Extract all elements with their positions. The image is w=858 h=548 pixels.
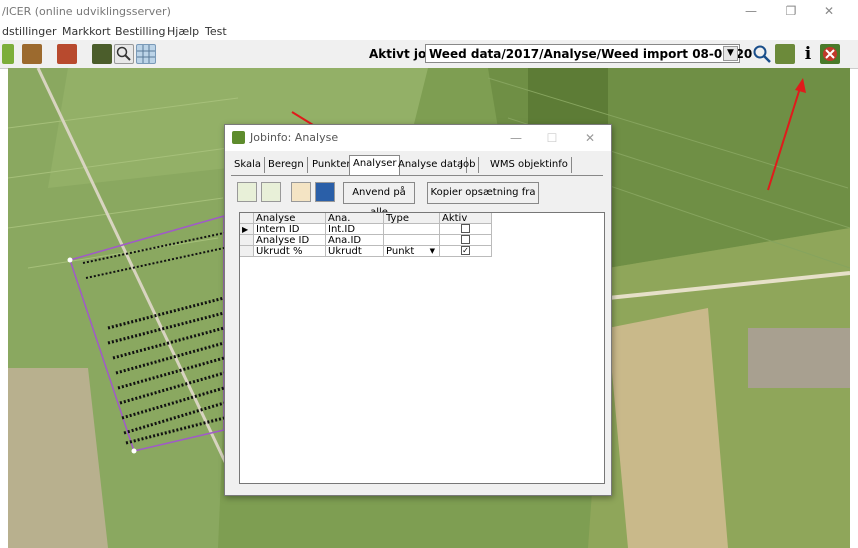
tab-job[interactable]: Job [457,157,480,173]
arrow-to-jobinfo-icon [795,78,806,93]
column-header-ana: Ana. [326,213,384,224]
apply-all-button[interactable]: Anvend på alle [343,182,415,218]
dialog-maximize-button: ☐ [546,131,558,145]
analysis-table: Analyse Ana. Type Aktiv ▶ Intern ID Int.… [239,212,605,484]
tab-analyser[interactable]: Analyser [349,155,401,175]
row-indicator [240,246,254,257]
table-cell-type[interactable] [384,224,440,235]
copy-setup-button[interactable]: Kopier opsætning fra [427,182,539,204]
column-header-type: Type [384,213,440,224]
tab-wms-objektinfo[interactable]: WMS objektinfo [487,157,572,173]
monitor-icon[interactable] [315,182,335,202]
table-cell-analyse[interactable]: Ukrudt % [254,246,326,257]
table-cell-ana[interactable]: Ana.ID [326,235,384,246]
active-checkbox[interactable] [461,224,470,233]
chevron-down-icon[interactable]: ▼ [430,246,435,256]
dialog-app-icon [232,131,245,144]
jobinfo-dialog: Jobinfo: Analyse — ☐ ✕ Skala Beregn Punk… [224,124,612,496]
type-dropdown[interactable]: Punkt ▼ [384,246,440,257]
add-analysis-icon[interactable] [237,182,257,202]
dialog-minimize-button[interactable]: — [501,128,531,148]
current-row-indicator: ▶ [240,224,254,235]
table-cell-ana[interactable]: Int.ID [326,224,384,235]
table-cell-aktiv [440,235,492,246]
row-indicator [240,235,254,246]
table-cell-type[interactable] [384,235,440,246]
table-cell-aktiv: ✓ [440,246,492,257]
row-indicator-header [240,213,254,224]
microscope-icon[interactable] [291,182,311,202]
table-cell-aktiv [440,224,492,235]
dialog-titlebar: Jobinfo: Analyse — ☐ ✕ [225,125,611,151]
remove-analysis-icon[interactable] [261,182,281,202]
tab-beregn[interactable]: Beregn [265,157,308,173]
tab-skala[interactable]: Skala [231,157,265,173]
analyser-panel: Anvend på alle Kopier opsætning fra Anal… [231,175,605,488]
column-header-analyse: Analyse [254,213,326,224]
type-dropdown-value: Punkt [386,246,415,257]
active-checkbox-checked[interactable]: ✓ [461,246,470,255]
table-cell-ana[interactable]: Ukrudt [326,246,384,257]
active-checkbox[interactable] [461,235,470,244]
tab-punkter[interactable]: Punkter [309,157,355,173]
dialog-title: Jobinfo: Analyse [250,131,339,144]
table-cell-analyse[interactable]: Analyse ID [254,235,326,246]
dialog-close-button[interactable]: ✕ [575,128,605,148]
table-cell-analyse[interactable]: Intern ID [254,224,326,235]
column-header-aktiv: Aktiv [440,213,492,224]
